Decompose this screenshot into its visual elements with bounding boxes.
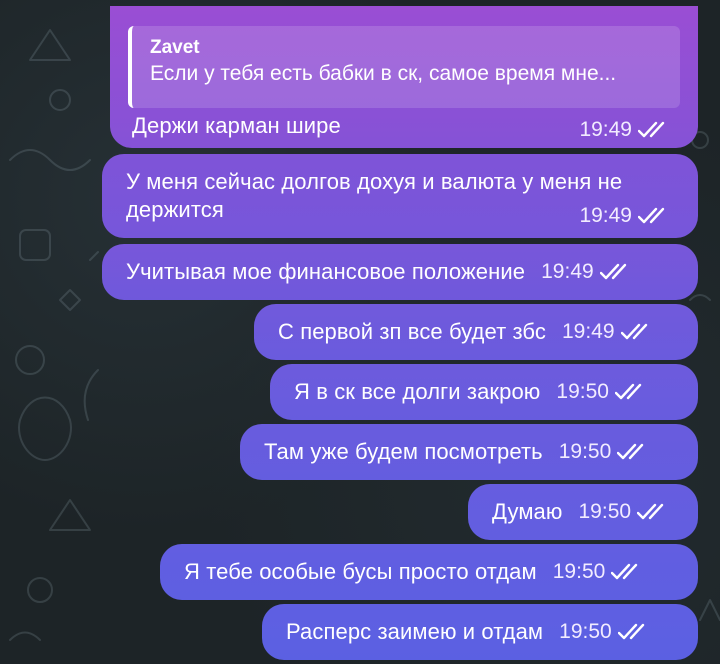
message-meta: 19:50 — [579, 498, 672, 526]
message-meta: 19:49 — [579, 116, 672, 144]
double-check-icon — [638, 207, 665, 224]
message-time: 19:50 — [552, 560, 606, 583]
message-text: Учитывая мое финансовое положение — [126, 259, 526, 284]
message-text: Держи карман шире — [132, 113, 341, 138]
message-meta: 19:50 — [559, 618, 652, 646]
double-check-icon — [620, 323, 647, 340]
message-time: 19:50 — [578, 500, 632, 523]
double-check-icon — [611, 563, 638, 580]
message-time: 19:50 — [558, 440, 612, 463]
message-time: 19:49 — [561, 320, 615, 343]
quoted-text: Если у тебя есть бабки в ск, самое время… — [150, 62, 617, 85]
message-time: 19:49 — [579, 118, 632, 141]
message-bubble[interactable]: Там уже будем посмотреть 19:50 — [240, 424, 698, 480]
message-bubble[interactable]: Я тебе особые бусы просто отдам 19:50 — [160, 544, 698, 600]
double-check-icon — [637, 503, 664, 520]
message-text: Я в ск все долги закрою — [294, 379, 541, 404]
message-text: Я тебе особые бусы просто отдам — [184, 559, 537, 584]
message-meta: 19:49 — [562, 318, 655, 346]
message-bubble[interactable]: Расперс заимею и отдам 19:50 — [262, 604, 698, 660]
double-check-icon — [614, 383, 642, 400]
quoted-message[interactable]: Zavet Если у тебя есть бабки в ск, самое… — [128, 26, 680, 108]
message-bubble-reply[interactable]: Zavet Если у тебя есть бабки в ск, самое… — [110, 6, 698, 148]
double-check-icon — [617, 443, 644, 460]
message-text: Расперс заимею и отдам — [286, 619, 544, 644]
message-time: 19:50 — [559, 620, 612, 643]
quoted-author: Zavet — [150, 37, 200, 58]
message-time: 19:49 — [579, 204, 632, 227]
message-meta: 19:49 — [541, 258, 634, 286]
message-text: Думаю — [492, 499, 563, 524]
message-time: 19:50 — [556, 380, 609, 403]
message-meta: 19:50 — [553, 558, 646, 586]
double-check-icon — [599, 263, 626, 280]
double-check-icon — [638, 121, 665, 138]
message-meta: 19:50 — [556, 378, 649, 406]
message-meta: 19:50 — [559, 438, 652, 466]
message-text: Там уже будем посмотреть — [264, 439, 543, 464]
message-bubble[interactable]: У меня сейчас долгов дохуя и валюта у ме… — [102, 154, 698, 238]
message-meta: 19:49 — [579, 202, 672, 230]
message-time: 19:49 — [541, 260, 594, 283]
message-text: С первой зп все будет збс — [278, 319, 546, 344]
message-bubble[interactable]: Учитывая мое финансовое положение 19:49 — [102, 244, 698, 300]
double-check-icon — [617, 623, 644, 640]
message-bubble[interactable]: С первой зп все будет збс 19:49 — [254, 304, 698, 360]
message-bubble[interactable]: Думаю 19:50 — [468, 484, 698, 540]
message-bubble[interactable]: Я в ск все долги закрою 19:50 — [270, 364, 698, 420]
